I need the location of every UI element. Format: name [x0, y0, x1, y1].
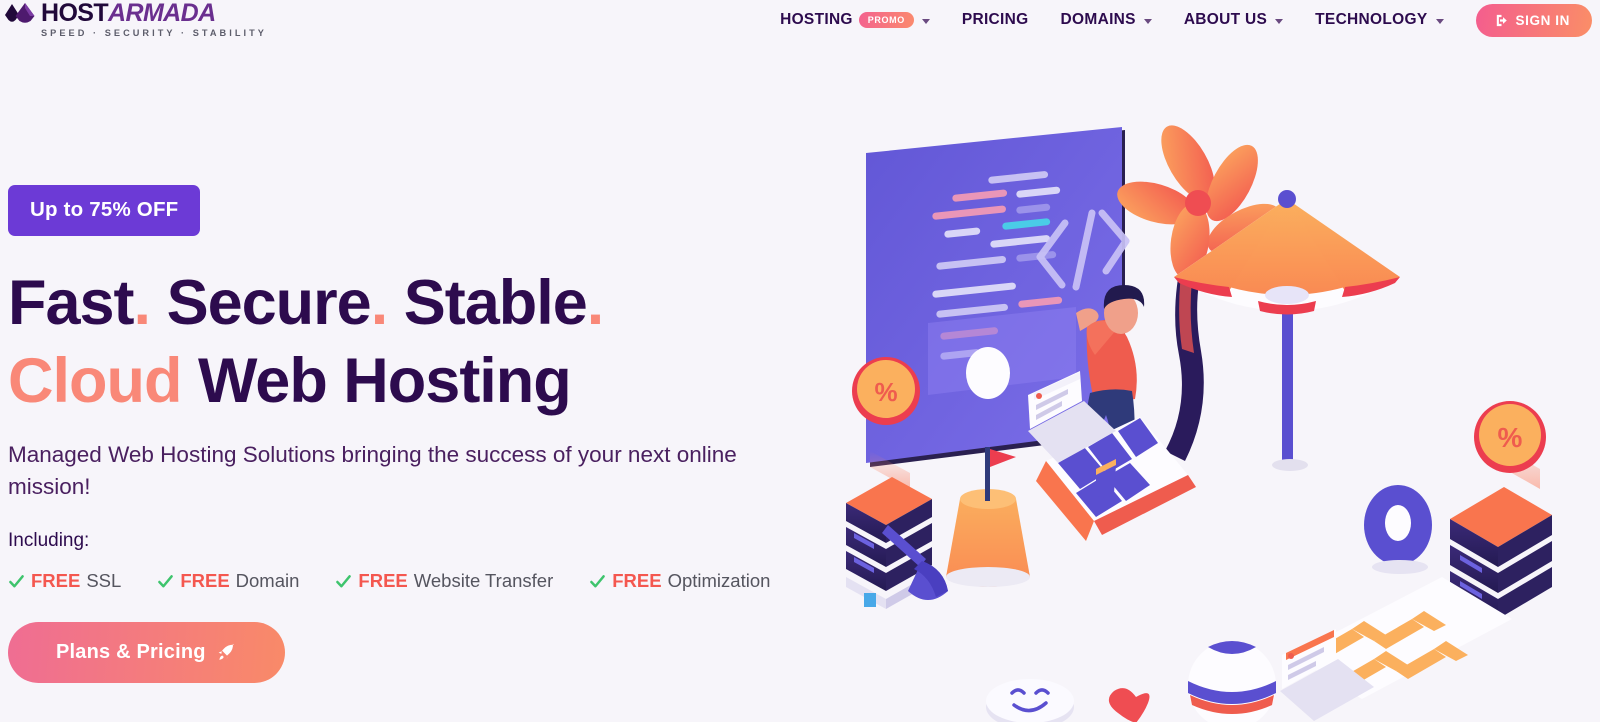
sign-in-button[interactable]: SIGN IN [1475, 3, 1592, 37]
feature-label-domain: Domain [235, 570, 300, 591]
nav-label-pricing: PRICING [961, 11, 1029, 28]
headline-word-cloud: Cloud [8, 346, 182, 416]
main-navigation: HOSTING PROMO PRICING DOMAINS ABOUT US T… [764, 3, 1600, 37]
nav-item-domains[interactable]: DOMAINS [1045, 11, 1168, 29]
offer-badge: Up to 75% OFF [8, 185, 201, 236]
feature-label-ssl: SSL [86, 570, 122, 591]
page-title: Fast. Secure. Stable. Cloud Web Hosting [8, 264, 838, 420]
rocket-icon [218, 643, 234, 661]
green-check-icon [590, 574, 606, 587]
hero-illustration: % % [840, 95, 1600, 722]
nav-label-about-us: ABOUT US [1183, 11, 1268, 28]
headline-word-fast: Fast [8, 268, 135, 338]
heart [1108, 688, 1150, 722]
cta-label: Plans & Pricing [56, 641, 206, 663]
headline-word-web-hosting: Web Hosting [181, 346, 572, 416]
logo-tagline: SPEED · SECURITY · STABILITY [41, 28, 267, 38]
feature-free-website-transfer: FREE [358, 570, 408, 591]
including-label: Including: [8, 530, 90, 551]
headline-line-2: Cloud Web Hosting [8, 346, 572, 416]
feature-list: FREE SSL FREE Domain FREE Website Transf… [8, 570, 838, 592]
site-header: HOSTARMADA SPEED · SECURITY · STABILITY … [0, 0, 1600, 40]
feature-free-optimization: FREE [612, 570, 662, 591]
chevron-down-icon [1435, 18, 1444, 24]
beach-workspace-illustration: % % [846, 125, 1552, 722]
green-check-icon [9, 574, 24, 587]
nav-label-technology: TECHNOLOGY [1315, 11, 1428, 28]
headline-word-secure: Secure [150, 268, 372, 338]
headline-word-stable: Stable [387, 268, 588, 338]
armada-mountains-icon [5, 3, 35, 23]
headline-dot-2: . [370, 268, 388, 338]
chevron-down-icon [1275, 18, 1284, 24]
plans-and-pricing-button[interactable]: Plans & Pricing [8, 622, 285, 683]
hero-subheading: Managed Web Hosting Solutions bringing t… [8, 442, 737, 499]
logo-armada-text: ARMADA [108, 0, 216, 27]
chevron-down-icon [1143, 18, 1152, 24]
hero-page: HOSTARMADA SPEED · SECURITY · STABILITY … [0, 0, 1600, 722]
beach-ball [1188, 641, 1276, 722]
green-check-icon [158, 574, 174, 587]
sandcastle [946, 447, 1030, 587]
nav-item-about-us[interactable]: ABOUT US [1168, 11, 1299, 29]
logo-text: HOSTARMADA SPEED · SECURITY · STABILITY [41, 1, 267, 39]
promo-badge: PROMO [858, 12, 914, 28]
chevron-down-icon [921, 18, 930, 24]
svg-text:%: % [1498, 422, 1523, 453]
discount-badge-left: % [852, 357, 920, 425]
feature-item-website-transfer: FREE Website Transfer [335, 570, 553, 592]
feature-item-optimization: FREE Optimization [589, 570, 770, 592]
headline-dot-1: . [133, 268, 151, 338]
feature-item-domain: FREE Domain [157, 570, 299, 592]
smiley-face [986, 679, 1074, 722]
logo[interactable]: HOSTARMADA SPEED · SECURITY · STABILITY [0, 1, 267, 39]
sign-in-label: SIGN IN [1515, 12, 1570, 28]
svg-text:%: % [874, 377, 897, 407]
discount-badge-right: % [1474, 401, 1546, 473]
nav-item-pricing[interactable]: PRICING [946, 11, 1045, 29]
nav-item-technology[interactable]: TECHNOLOGY [1299, 11, 1459, 29]
hero-content: Up to 75% OFF Fast. Secure. Stable. Clou… [8, 185, 838, 683]
feature-free-domain: FREE [180, 570, 230, 591]
nav-label-hosting: HOSTING [780, 11, 853, 28]
sign-in-arrow-icon [1496, 14, 1507, 26]
nav-item-hosting[interactable]: HOSTING PROMO [764, 11, 946, 29]
nav-label-domains: DOMAINS [1060, 11, 1136, 28]
feature-item-ssl: FREE SSL [8, 570, 121, 592]
feature-label-optimization: Optimization [667, 570, 771, 591]
green-check-icon [336, 574, 352, 587]
logo-title: HOSTARMADA [41, 1, 267, 26]
headline-dot-3: . [586, 268, 604, 338]
logo-host-text: HOST [41, 0, 109, 27]
feature-free-ssl: FREE [31, 570, 81, 591]
headline-line-1: Fast. Secure. Stable. [8, 268, 604, 338]
feature-label-website-transfer: Website Transfer [413, 570, 554, 591]
ring [1364, 485, 1432, 574]
